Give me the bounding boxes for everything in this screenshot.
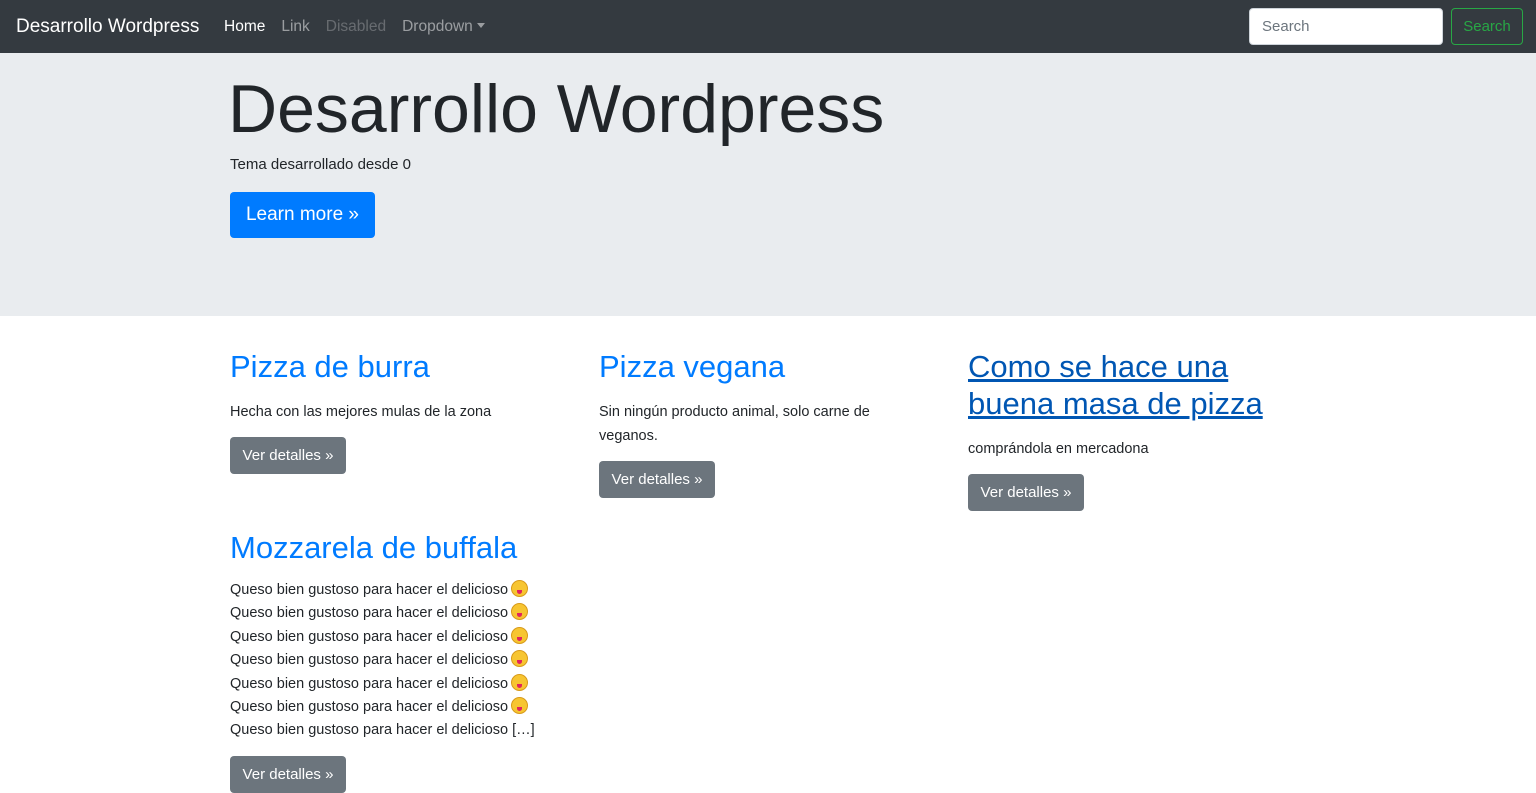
excerpt-line: Queso bien gustoso para hacer el delicio… bbox=[230, 652, 509, 669]
details-button[interactable]: Ver detalles » bbox=[599, 461, 715, 498]
post-card: Pizza de burra Hecha con las mejores mul… bbox=[230, 348, 560, 474]
tongue-out-emoji-icon bbox=[511, 650, 529, 668]
post-title-link[interactable]: Como se hace una buena masa de pizza bbox=[968, 349, 1263, 421]
learn-more-button[interactable]: Learn more » bbox=[230, 192, 375, 238]
excerpt-line: Queso bien gustoso para hacer el delicio… bbox=[230, 722, 535, 739]
post-title-line: buena masa de pizza bbox=[968, 386, 1263, 421]
post-title: Pizza de burra bbox=[230, 348, 560, 385]
details-button[interactable]: Ver detalles » bbox=[968, 474, 1084, 511]
nav-link-home[interactable]: Home bbox=[224, 15, 265, 39]
post-card: Pizza vegana Sin ningún producto animal,… bbox=[599, 348, 929, 498]
nav-links: Home Link Disabled Dropdown bbox=[224, 15, 501, 39]
post-title-link[interactable]: Mozzarela de buffala bbox=[230, 530, 517, 565]
navbar-brand[interactable]: Desarrollo Wordpress bbox=[16, 14, 199, 40]
tongue-out-emoji-icon bbox=[511, 580, 529, 597]
post-excerpt-line: veganos. bbox=[599, 428, 658, 444]
navbar: Desarrollo Wordpress Home Link Disabled … bbox=[0, 0, 1536, 53]
excerpt-line: Queso bien gustoso para hacer el delicio… bbox=[230, 699, 509, 716]
details-button[interactable]: Ver detalles » bbox=[230, 437, 346, 474]
excerpt-line: Queso bien gustoso para hacer el delicio… bbox=[230, 675, 509, 692]
details-button[interactable]: Ver detalles » bbox=[230, 755, 346, 793]
search-input[interactable] bbox=[1249, 8, 1443, 45]
tongue-out-emoji-icon bbox=[511, 673, 529, 691]
post-title: Mozzarela de buffala bbox=[230, 529, 560, 566]
post-excerpt: Hecha con las mejores mulas de la zona bbox=[230, 404, 492, 420]
tongue-out-emoji-icon bbox=[511, 626, 529, 644]
caret-down-icon bbox=[476, 23, 485, 28]
tongue-out-emoji-icon bbox=[511, 697, 529, 715]
jumbotron-subtitle: Tema desarrollado desde 0 bbox=[230, 156, 411, 173]
post-excerpt: comprándola en mercadona bbox=[968, 441, 1149, 457]
jumbotron-title: Desarrollo Wordpress bbox=[228, 71, 885, 147]
excerpt-line: Queso bien gustoso para hacer el delicio… bbox=[230, 605, 509, 622]
post-excerpt-line: Sin ningún producto animal, solo carne d… bbox=[599, 404, 870, 420]
post-card: Mozzarela de buffala Queso bien gustoso … bbox=[230, 529, 560, 793]
excerpt-line: Queso bien gustoso para hacer el delicio… bbox=[230, 582, 509, 598]
jumbotron: Desarrollo Wordpress Tema desarrollado d… bbox=[0, 53, 1536, 316]
excerpt-line: Queso bien gustoso para hacer el delicio… bbox=[230, 628, 509, 645]
post-title-link[interactable]: Pizza de burra bbox=[230, 349, 430, 384]
nav-dropdown-label: Dropdown bbox=[402, 18, 473, 35]
nav-dropdown-toggle[interactable]: Dropdown bbox=[402, 15, 485, 39]
post-title-link[interactable]: Pizza vegana bbox=[599, 349, 785, 384]
nav-link-link[interactable]: Link bbox=[281, 15, 309, 39]
post-title: Pizza vegana bbox=[599, 348, 929, 385]
post-title: Como se hace una buena masa de pizza bbox=[968, 348, 1298, 422]
tongue-out-emoji-icon bbox=[511, 603, 529, 621]
post-title-line: Como se hace una bbox=[968, 349, 1229, 384]
post-excerpt: Sin ningún producto animal, solo carne d… bbox=[599, 400, 929, 448]
post-excerpt: Queso bien gustoso para hacer el delicio… bbox=[230, 579, 560, 743]
nav-link-disabled: Disabled bbox=[325, 18, 387, 35]
search-button[interactable]: Search bbox=[1451, 8, 1523, 45]
post-card: Como se hace una buena masa de pizza comp… bbox=[968, 348, 1298, 511]
